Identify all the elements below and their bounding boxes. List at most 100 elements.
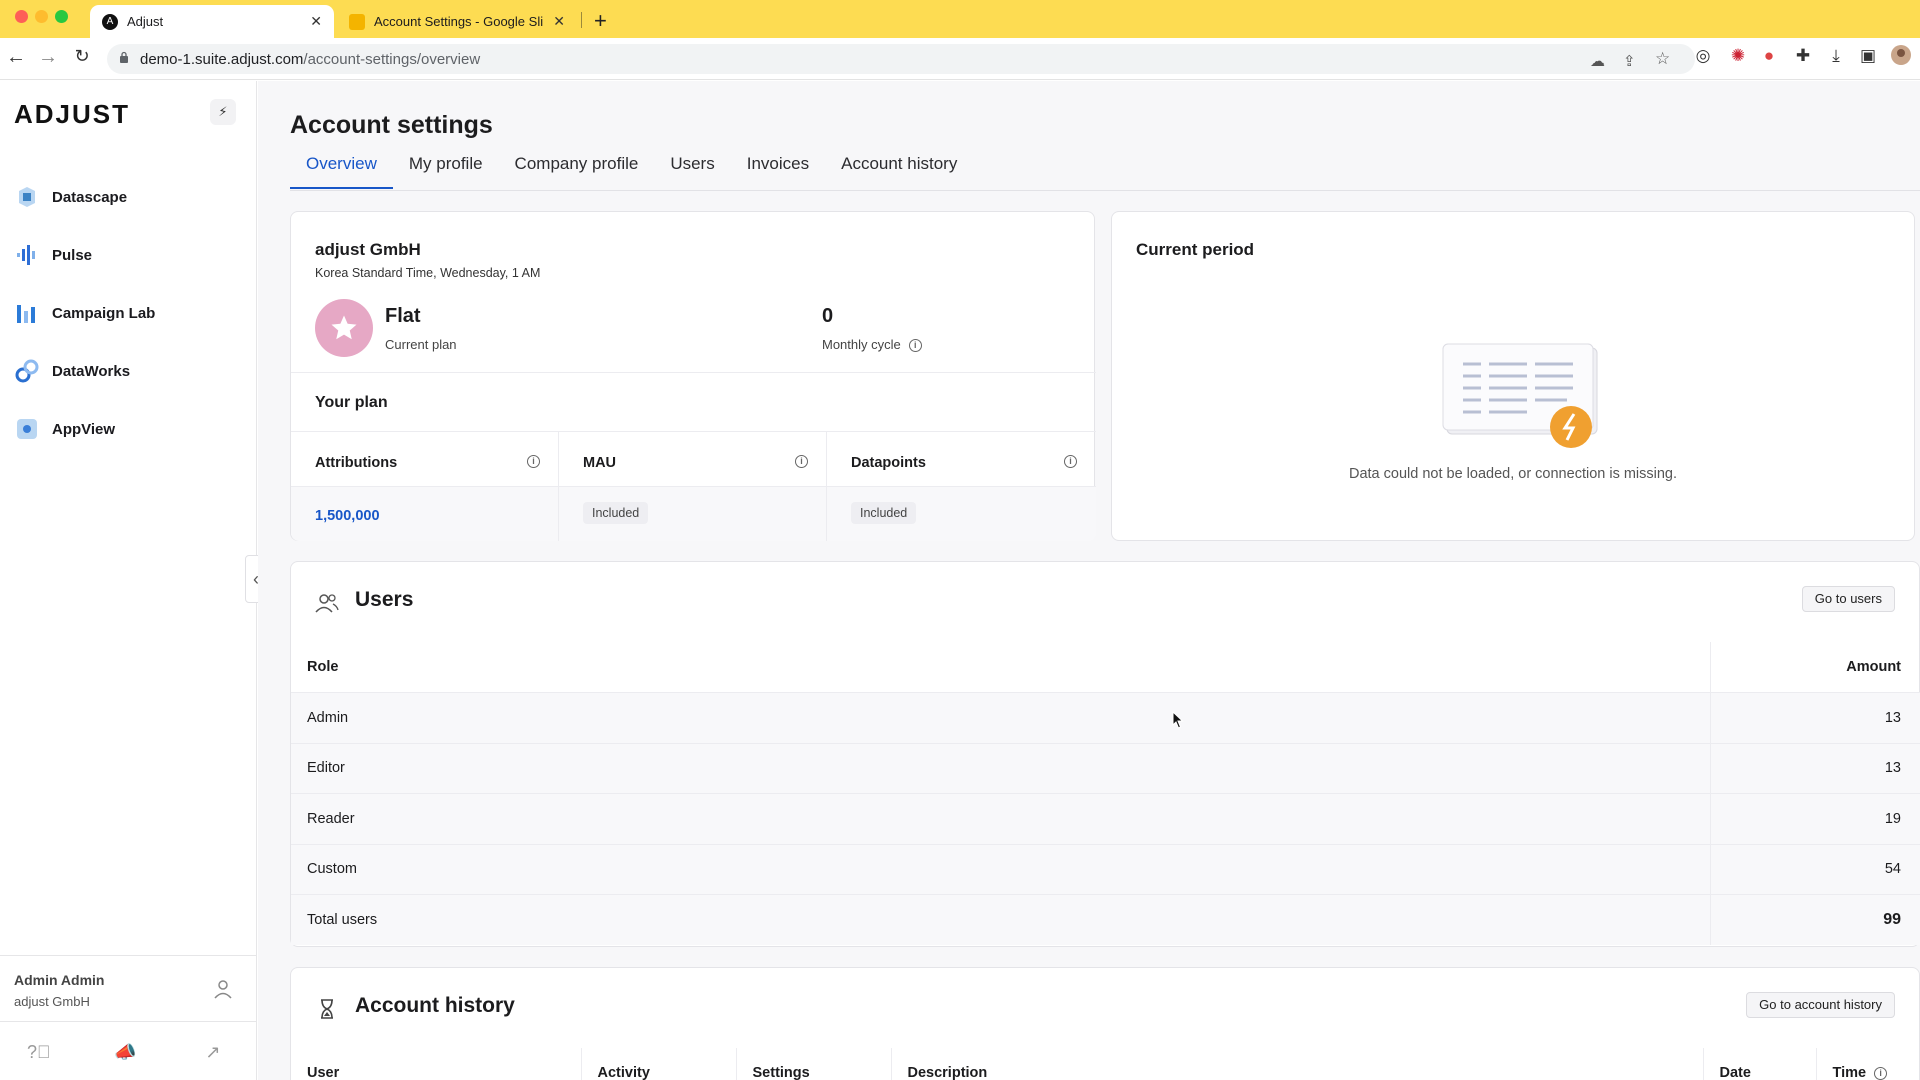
close-tab-icon[interactable]: ✕ — [553, 13, 565, 30]
adjust-favicon-icon: A — [102, 13, 118, 30]
info-icon[interactable]: i — [795, 455, 808, 468]
announcements-icon[interactable]: 📣 — [114, 1042, 136, 1064]
included-pill: Included — [583, 502, 649, 524]
tabs-divider — [290, 190, 1920, 191]
go-to-users-button[interactable]: Go to users — [1801, 586, 1895, 612]
plan-column-header: MAU — [583, 455, 617, 471]
maximize-window-button[interactable] — [55, 10, 68, 23]
monthly-cycle-value: 0 — [822, 305, 834, 327]
included-pill: Included — [851, 502, 917, 524]
url-host: demo-1.suite.adjust.com — [140, 51, 304, 68]
info-icon[interactable]: i — [908, 339, 922, 353]
column-header-user: User — [291, 1048, 582, 1080]
mouse-cursor-icon — [1172, 711, 1184, 729]
browser-tab-slides[interactable]: Account Settings - Google Sli ✕ — [337, 5, 577, 38]
browser-tab-bar: A Adjust ✕ Account Settings - Google Sli… — [0, 0, 1920, 38]
amount-cell: 19 — [1709, 793, 1920, 844]
sidepanel-icon[interactable]: ▣ — [1857, 46, 1879, 66]
no-data-message: Data could not be loaded, or connection … — [1348, 466, 1678, 482]
tab-title: Adjust — [127, 14, 164, 29]
account-history-title: Account history — [355, 994, 515, 1017]
plan-column-header: Datapoints — [851, 455, 926, 471]
role-cell: Total users — [291, 894, 1710, 945]
lock-icon — [120, 51, 128, 63]
tab-my-profile[interactable]: My profile — [393, 153, 499, 189]
sidebar-item-datascape[interactable]: Datascape — [14, 181, 127, 213]
forward-icon[interactable]: → — [36, 46, 60, 69]
plan-column-header: Attributions — [315, 455, 398, 471]
url-path: /account-settings/overview — [303, 51, 481, 68]
monthly-cycle-label: Monthly cycle i — [822, 337, 922, 353]
close-tab-icon[interactable]: ✕ — [310, 13, 322, 30]
help-icon[interactable]: ?⃝ — [27, 1042, 51, 1064]
sidebar-user[interactable]: Admin Admin adjust GmbH — [0, 955, 257, 1021]
puzzle-icon[interactable]: ✚ — [1792, 46, 1814, 66]
column-header-time: Time i — [1816, 1048, 1920, 1080]
tab-account-history[interactable]: Account history — [825, 153, 973, 189]
sidebar-item-campaign-lab[interactable]: Campaign Lab — [14, 297, 155, 329]
plan-label: Current plan — [385, 337, 457, 352]
adjust-logo[interactable]: ADJUST — [14, 99, 130, 130]
extension-icon[interactable]: ✺ — [1727, 46, 1749, 66]
close-window-button[interactable] — [15, 10, 28, 23]
tab-title: Account Settings - Google Sli — [374, 14, 544, 29]
user-icon[interactable] — [212, 978, 234, 1000]
column-header-description: Description — [891, 1048, 1704, 1080]
users-card: Users Go to users Role Amount Admin 13 Ed… — [290, 561, 1920, 947]
share-icon[interactable]: ⇪ — [1623, 52, 1636, 70]
divider — [291, 486, 1096, 487]
table-row: Editor 13 — [291, 742, 1920, 794]
profile-avatar[interactable] — [1890, 45, 1912, 70]
column-header-date: Date — [1703, 1048, 1817, 1080]
column-header-settings: Settings — [736, 1048, 892, 1080]
tab-overview[interactable]: Overview — [290, 153, 393, 189]
screenshot-icon[interactable]: ◎ — [1692, 46, 1714, 66]
slides-favicon-icon — [349, 13, 365, 30]
column-header-role: Role — [307, 659, 339, 675]
campaign-lab-icon — [14, 300, 40, 326]
company-plan-card: adjust GmbH Korea Standard Time, Wednesd… — [290, 211, 1096, 541]
tab-users[interactable]: Users — [654, 153, 730, 189]
tab-invoices[interactable]: Invoices — [731, 153, 825, 189]
cloud-icon[interactable]: ☁ — [1590, 52, 1605, 70]
sidebar-item-label: DataWorks — [52, 362, 131, 380]
amount-cell: 54 — [1709, 843, 1920, 895]
pin-sidebar-icon[interactable]: ⚡ — [210, 99, 236, 125]
info-icon[interactable]: i — [527, 455, 540, 468]
current-period-card: Current period Data could not be loaded,… — [1111, 211, 1915, 541]
info-icon[interactable]: i — [1874, 1066, 1888, 1080]
sidebar-item-pulse[interactable]: Pulse — [14, 239, 92, 271]
tab-company-profile[interactable]: Company profile — [499, 153, 655, 189]
external-link-icon[interactable]: ↗ — [202, 1042, 224, 1064]
account-history-card: Account history Go to account history Us… — [290, 967, 1920, 1080]
table-row: Admin 13 — [291, 692, 1920, 743]
company-timezone: Korea Standard Time, Wednesday, 1 AM — [315, 266, 541, 280]
new-tab-icon[interactable]: + — [594, 8, 607, 34]
sidebar-item-dataworks[interactable]: DataWorks — [14, 355, 130, 387]
minimize-window-button[interactable] — [35, 10, 48, 23]
reload-icon[interactable]: ↻ — [70, 46, 94, 67]
current-period-title: Current period — [1136, 240, 1255, 259]
download-icon[interactable]: ⤓ — [1825, 46, 1847, 66]
your-plan-heading: Your plan — [315, 394, 388, 411]
sidebar-item-label: Pulse — [52, 246, 93, 264]
plan-badge-star-icon — [315, 299, 373, 357]
go-to-account-history-button[interactable]: Go to account history — [1746, 992, 1895, 1018]
sidebar-footer: ?⃝ 📣 ↗ — [0, 1021, 257, 1080]
sidebar-item-label: Campaign Lab — [52, 304, 156, 322]
address-bar[interactable]: demo-1.suite.adjust.com/account-settings… — [107, 44, 1695, 74]
table-header-row: User Activity Settings Description Date … — [291, 1048, 1920, 1080]
total-row: Total users 99 — [291, 894, 1920, 945]
record-icon[interactable]: ● — [1758, 46, 1780, 66]
sidebar-item-appview[interactable]: AppView — [14, 413, 115, 445]
star-icon[interactable]: ☆ — [1655, 49, 1670, 69]
sidebar-item-label: Datascape — [52, 188, 128, 206]
browser-tab-adjust[interactable]: A Adjust ✕ — [90, 5, 334, 38]
hourglass-icon — [321, 999, 333, 1019]
column-header-amount: Amount — [1709, 642, 1920, 693]
info-icon[interactable]: i — [1064, 455, 1077, 468]
attributions-value[interactable]: 1,500,000 — [315, 508, 380, 524]
dataworks-icon — [14, 358, 40, 384]
column-header-activity: Activity — [581, 1048, 737, 1080]
back-icon[interactable]: ← — [4, 46, 28, 69]
